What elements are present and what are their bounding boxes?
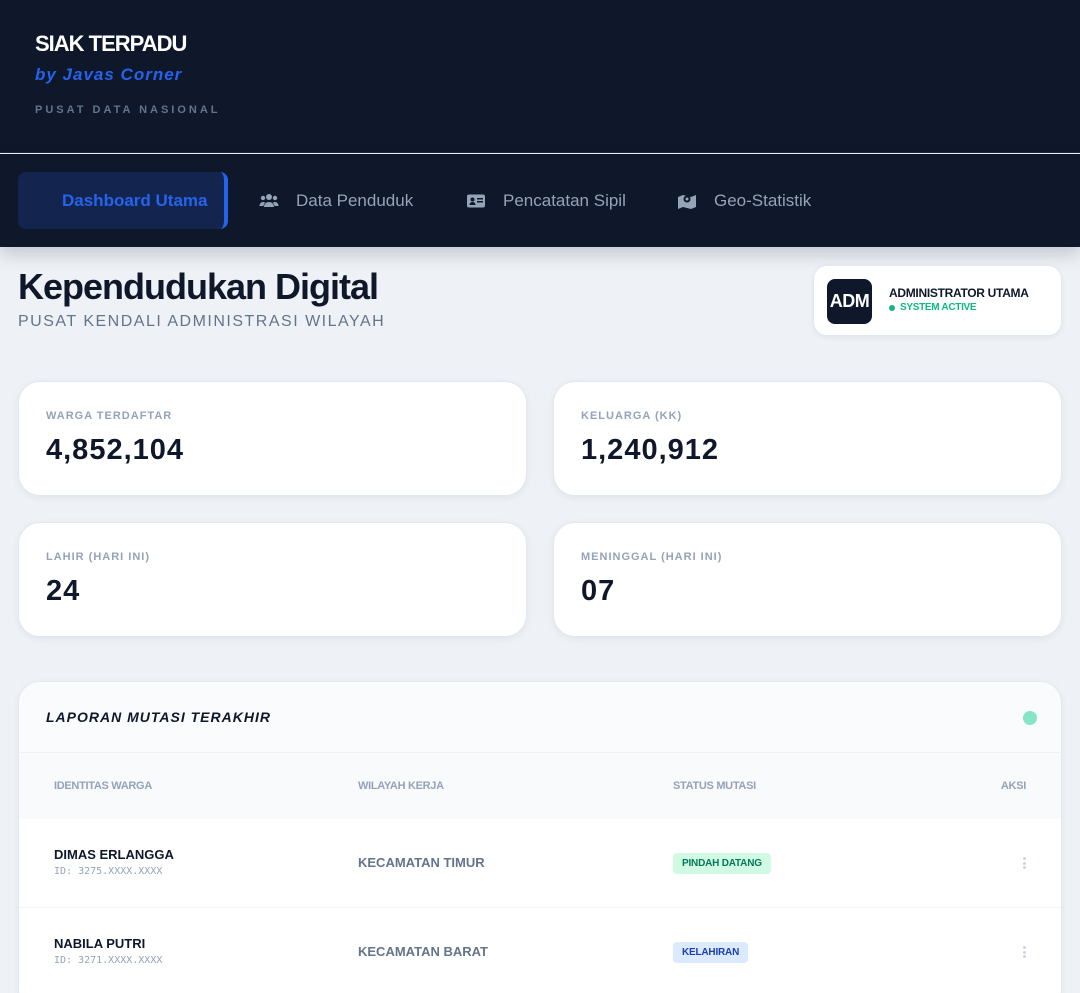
page-title: Kependudukan Digital: [18, 266, 379, 307]
stat-value: 4,852,104: [46, 434, 185, 466]
mutation-report-panel: LAPORAN MUTASI TERAKHIR IDENTITAS WARGA …: [18, 681, 1062, 993]
region-cell: KECAMATAN TIMUR: [358, 855, 485, 870]
status-badge: PINDAH DATANG: [673, 853, 771, 874]
nav-item-data-penduduk[interactable]: Data Penduduk: [258, 172, 413, 229]
citizen-name: NABILA PUTRI: [54, 936, 146, 951]
stat-card-meninggal: MENINGGAL (HARI INI) 07: [553, 522, 1062, 637]
id-card-icon: [465, 190, 487, 212]
table-row: DIMAS ERLANGGA ID: 3275.XXXX.XXXX KECAMA…: [19, 819, 1061, 908]
map-marker-icon: [676, 190, 698, 212]
brand-tagline: PUSAT DATA NASIONAL: [35, 104, 221, 116]
stat-card-lahir: LAHIR (HARI INI) 24: [18, 522, 527, 637]
table-header: IDENTITAS WARGA WILAYAH KERJA STATUS MUT…: [19, 753, 1061, 819]
stat-card-keluarga: KELUARGA (KK) 1,240,912: [553, 381, 1062, 496]
column-header-aksi: AKSI: [1000, 780, 1026, 792]
admin-name: ADMINISTRATOR UTAMA: [889, 286, 1029, 300]
status-dot-icon: [889, 304, 895, 311]
main-nav: Dashboard Utama Data Penduduk Pencatatan…: [0, 154, 1080, 247]
nav-item-label: Data Penduduk: [296, 190, 414, 210]
column-header-status: STATUS MUTASI: [673, 780, 756, 792]
report-title: LAPORAN MUTASI TERAKHIR: [46, 709, 271, 725]
live-indicator-icon: [1023, 711, 1037, 725]
nav-item-label: Pencatatan Sipil: [503, 190, 626, 210]
column-header-identitas: IDENTITAS WARGA: [54, 780, 152, 792]
users-icon: [258, 190, 280, 212]
stat-value: 1,240,912: [581, 434, 720, 466]
avatar: ADM: [827, 279, 872, 324]
stat-card-warga: WARGA TERDAFTAR 4,852,104: [18, 381, 527, 496]
brand-title[interactable]: SIAK TERPADU: [35, 31, 187, 57]
brand-subtitle: by Javas Corner: [35, 65, 183, 84]
stat-label: MENINGGAL (HARI INI): [581, 551, 723, 563]
citizen-id: ID: 3275.XXXX.XXXX: [54, 866, 163, 877]
region-cell: KECAMATAN BARAT: [358, 944, 488, 959]
admin-status: SYSTEM ACTIVE: [889, 302, 977, 313]
stat-label: LAHIR (HARI INI): [46, 551, 150, 563]
stat-label: WARGA TERDAFTAR: [46, 410, 173, 422]
stat-value: 07: [581, 575, 616, 607]
admin-status-label: SYSTEM ACTIVE: [900, 302, 977, 313]
table-row: NABILA PUTRI ID: 3271.XXXX.XXXX KECAMATA…: [19, 908, 1061, 993]
nav-item-label: Dashboard Utama: [62, 190, 208, 210]
report-header: LAPORAN MUTASI TERAKHIR: [19, 682, 1061, 753]
more-options-icon[interactable]: [1020, 944, 1028, 960]
top-header: SIAK TERPADU by Javas Corner PUSAT DATA …: [0, 0, 1080, 153]
citizen-name: DIMAS ERLANGGA: [54, 847, 174, 862]
column-header-wilayah: WILAYAH KERJA: [358, 780, 444, 792]
nav-item-dashboard[interactable]: Dashboard Utama: [18, 172, 228, 229]
more-options-icon[interactable]: [1020, 855, 1028, 871]
stat-value: 24: [46, 575, 81, 607]
admin-profile-card[interactable]: ADM ADMINISTRATOR UTAMA SYSTEM ACTIVE: [813, 265, 1062, 336]
status-badge: KELAHIRAN: [673, 942, 749, 963]
nav-item-pencatatan-sipil[interactable]: Pencatatan Sipil: [465, 172, 626, 229]
stat-label: KELUARGA (KK): [581, 410, 683, 422]
citizen-id: ID: 3271.XXXX.XXXX: [54, 955, 163, 966]
nav-item-geo-statistik[interactable]: Geo-Statistik: [676, 172, 811, 229]
nav-item-label: Geo-Statistik: [714, 190, 812, 210]
page-subtitle: PUSAT KENDALI ADMINISTRASI WILAYAH: [18, 313, 386, 330]
